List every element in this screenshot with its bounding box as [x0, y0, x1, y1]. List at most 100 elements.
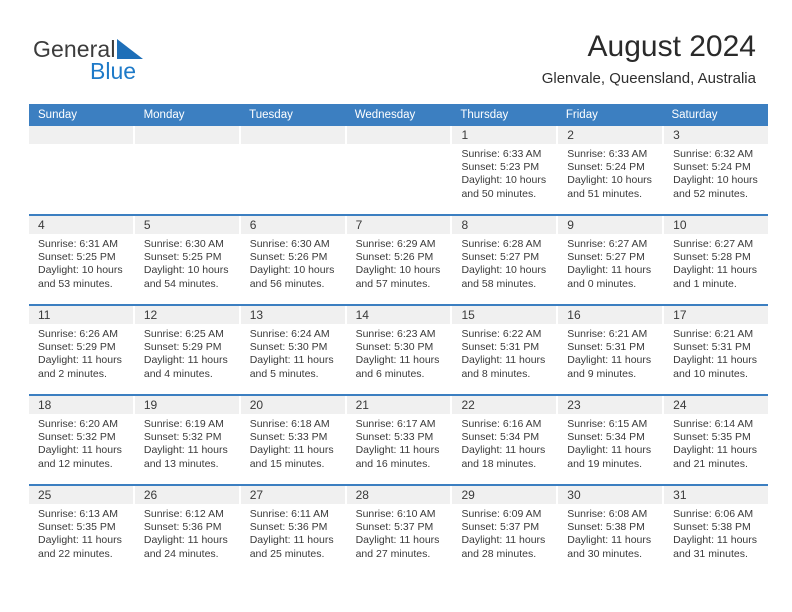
day-cell[interactable]: 18 Sunrise: 6:20 AM Sunset: 5:32 PM Dayligh… — [29, 396, 135, 484]
day-detail-line: Daylight: 11 hours — [38, 534, 122, 547]
day-detail-line: Daylight: 11 hours — [567, 444, 652, 457]
day-detail-line: Sunset: 5:31 PM — [673, 341, 751, 354]
day-detail-line: Sunrise: 6:23 AM — [355, 328, 436, 340]
day-detail-line: and 51 minutes. — [567, 187, 643, 200]
day-cell[interactable]: 24 Sunrise: 6:14 AM Sunset: 5:35 PM Dayligh… — [664, 396, 769, 484]
day-detail-line: Sunset: 5:37 PM — [461, 521, 540, 534]
page-title: August 2024 — [587, 30, 756, 63]
day-detail-line: Daylight: 11 hours — [567, 264, 652, 277]
day-detail-line: Daylight: 11 hours — [673, 354, 758, 367]
day-number: 30 — [558, 486, 663, 504]
day-cell[interactable]: 6 Sunrise: 6:30 AM Sunset: 5:26 PM Daylight… — [240, 216, 347, 304]
day-details: Sunrise: 6:32 AM Sunset: 5:24 PM Daylight:… — [664, 144, 768, 201]
day-cell[interactable]: 30 Sunrise: 6:08 AM Sunset: 5:38 PM Dayligh… — [558, 486, 665, 574]
calendar-week-row: 18 Sunrise: 6:20 AM Sunset: 5:32 PM Dayligh… — [29, 394, 769, 484]
day-cell[interactable]: 28 Sunrise: 6:10 AM Sunset: 5:37 PM Dayligh… — [346, 486, 453, 574]
day-details: Sunrise: 6:29 AM Sunset: 5:26 PM Daylight:… — [347, 234, 451, 291]
day-cell[interactable]: 14 Sunrise: 6:23 AM Sunset: 5:30 PM Dayligh… — [346, 306, 453, 394]
day-cell[interactable]: 2 Sunrise: 6:33 AM Sunset: 5:24 PM Daylight… — [558, 126, 665, 214]
day-cell[interactable]: 29 Sunrise: 6:09 AM Sunset: 5:37 PM Dayligh… — [452, 486, 559, 574]
day-cell[interactable]: 26 Sunrise: 6:12 AM Sunset: 5:36 PM Dayligh… — [134, 486, 241, 574]
day-detail-line: Daylight: 11 hours — [249, 444, 334, 457]
day-detail-line: Sunrise: 6:32 AM — [673, 148, 754, 160]
day-details — [29, 144, 133, 148]
day-number: 5 — [134, 216, 239, 234]
day-cell[interactable]: 13 Sunrise: 6:24 AM Sunset: 5:30 PM Dayligh… — [240, 306, 347, 394]
day-details: Sunrise: 6:26 AM Sunset: 5:29 PM Daylight:… — [29, 324, 133, 381]
day-detail-line: Daylight: 10 hours — [461, 264, 547, 277]
day-detail-line: and 16 minutes. — [355, 457, 431, 470]
day-cell[interactable]: 9 Sunrise: 6:27 AM Sunset: 5:27 PM Daylight… — [558, 216, 665, 304]
day-detail-line: and 18 minutes. — [461, 457, 537, 470]
day-cell[interactable]: 8 Sunrise: 6:28 AM Sunset: 5:27 PM Daylight… — [452, 216, 559, 304]
day-detail-line: and 2 minutes. — [38, 367, 107, 380]
day-cell[interactable]: 22 Sunrise: 6:16 AM Sunset: 5:34 PM Dayligh… — [452, 396, 559, 484]
day-cell[interactable]: 17 Sunrise: 6:21 AM Sunset: 5:31 PM Dayligh… — [664, 306, 769, 394]
day-detail-line: Sunset: 5:36 PM — [249, 521, 328, 534]
day-detail-line: Sunset: 5:27 PM — [567, 251, 645, 264]
day-cell[interactable]: 19 Sunrise: 6:19 AM Sunset: 5:32 PM Dayligh… — [134, 396, 241, 484]
day-cell[interactable]: 1 Sunrise: 6:33 AM Sunset: 5:23 PM Daylight… — [452, 126, 559, 214]
day-details: Sunrise: 6:23 AM Sunset: 5:30 PM Daylight:… — [347, 324, 451, 381]
day-details — [347, 144, 451, 148]
day-detail-line: Daylight: 11 hours — [567, 354, 652, 367]
day-number: 7 — [346, 216, 451, 234]
day-detail-line: Sunrise: 6:26 AM — [38, 328, 118, 340]
general-blue-logo[interactable]: General Blue — [33, 36, 253, 86]
day-detail-line: and 9 minutes. — [567, 367, 637, 380]
day-number — [346, 126, 451, 144]
day-detail-line: Sunrise: 6:21 AM — [567, 328, 648, 340]
day-detail-line: Daylight: 11 hours — [673, 444, 758, 457]
day-details: Sunrise: 6:15 AM Sunset: 5:34 PM Daylight:… — [558, 414, 662, 471]
day-detail-line: Sunset: 5:26 PM — [249, 251, 328, 264]
day-number: 19 — [134, 396, 239, 414]
day-detail-line: Sunset: 5:24 PM — [567, 161, 645, 174]
day-details: Sunrise: 6:10 AM Sunset: 5:37 PM Daylight:… — [347, 504, 451, 561]
day-detail-line: Daylight: 11 hours — [461, 444, 546, 457]
day-detail-line: and 31 minutes. — [673, 547, 748, 560]
day-cell[interactable]: 20 Sunrise: 6:18 AM Sunset: 5:33 PM Dayligh… — [240, 396, 347, 484]
calendar-grid: Sunday Monday Tuesday Wednesday Thursday Frid… — [29, 104, 769, 574]
week-inner: 4 Sunrise: 6:31 AM Sunset: 5:25 PM Daylight… — [29, 216, 769, 304]
day-cell[interactable]: 4 Sunrise: 6:31 AM Sunset: 5:25 PM Daylight… — [29, 216, 135, 304]
day-cell[interactable]: 21 Sunrise: 6:17 AM Sunset: 5:33 PM Dayligh… — [346, 396, 453, 484]
day-cell[interactable]: 27 Sunrise: 6:11 AM Sunset: 5:36 PM Dayligh… — [240, 486, 347, 574]
day-cell[interactable]: 12 Sunrise: 6:25 AM Sunset: 5:29 PM Dayligh… — [134, 306, 241, 394]
day-cell[interactable]: 15 Sunrise: 6:22 AM Sunset: 5:31 PM Dayligh… — [452, 306, 559, 394]
logo-text-blue: Blue — [90, 58, 137, 84]
day-detail-line: Sunrise: 6:22 AM — [461, 328, 542, 340]
calendar-page: General Blue August 2024 Glenvale, Queen… — [0, 0, 792, 612]
day-details: Sunrise: 6:21 AM Sunset: 5:31 PM Daylight:… — [664, 324, 768, 381]
day-details: Sunrise: 6:19 AM Sunset: 5:32 PM Daylight:… — [135, 414, 239, 471]
day-detail-line: Daylight: 11 hours — [143, 534, 228, 547]
day-cell[interactable]: 16 Sunrise: 6:21 AM Sunset: 5:31 PM Dayligh… — [558, 306, 665, 394]
day-details: Sunrise: 6:20 AM Sunset: 5:32 PM Daylight:… — [29, 414, 133, 471]
day-detail-line: Daylight: 10 hours — [143, 264, 229, 277]
day-cell[interactable]: 7 Sunrise: 6:29 AM Sunset: 5:26 PM Daylight… — [346, 216, 453, 304]
day-number — [240, 126, 345, 144]
day-detail-line: and 0 minutes. — [567, 277, 637, 290]
day-detail-line: Daylight: 10 hours — [567, 174, 652, 187]
day-cell[interactable]: 23 Sunrise: 6:15 AM Sunset: 5:34 PM Dayligh… — [558, 396, 665, 484]
weekday-header-wednesday: Wednesday — [354, 109, 416, 121]
day-cell[interactable]: 25 Sunrise: 6:13 AM Sunset: 5:35 PM Dayligh… — [29, 486, 135, 574]
day-cell-empty — [134, 126, 241, 214]
day-detail-line: Sunrise: 6:27 AM — [673, 238, 754, 250]
day-cell[interactable]: 11 Sunrise: 6:26 AM Sunset: 5:29 PM Dayligh… — [29, 306, 135, 394]
day-cell[interactable]: 5 Sunrise: 6:30 AM Sunset: 5:25 PM Daylight… — [134, 216, 241, 304]
day-detail-line: Sunset: 5:28 PM — [673, 251, 751, 264]
day-number: 29 — [452, 486, 557, 504]
day-detail-line: Sunrise: 6:24 AM — [249, 328, 330, 340]
day-detail-line: Sunrise: 6:10 AM — [355, 508, 436, 520]
day-detail-line: Sunset: 5:31 PM — [461, 341, 540, 354]
day-detail-line: Daylight: 11 hours — [673, 264, 758, 277]
day-detail-line: Sunrise: 6:09 AM — [461, 508, 542, 520]
day-cell[interactable]: 10 Sunrise: 6:27 AM Sunset: 5:28 PM Dayligh… — [664, 216, 769, 304]
day-detail-line: Sunrise: 6:29 AM — [355, 238, 436, 250]
day-detail-line: Sunset: 5:23 PM — [461, 161, 540, 174]
weekday-header-row: Sunday Monday Tuesday Wednesday Thursday Frid… — [29, 104, 768, 126]
day-details: Sunrise: 6:27 AM Sunset: 5:27 PM Daylight:… — [558, 234, 662, 291]
day-cell[interactable]: 31 Sunrise: 6:06 AM Sunset: 5:38 PM Dayligh… — [664, 486, 769, 574]
day-detail-line: Daylight: 11 hours — [355, 354, 440, 367]
day-cell[interactable]: 3 Sunrise: 6:32 AM Sunset: 5:24 PM Daylight… — [664, 126, 769, 214]
